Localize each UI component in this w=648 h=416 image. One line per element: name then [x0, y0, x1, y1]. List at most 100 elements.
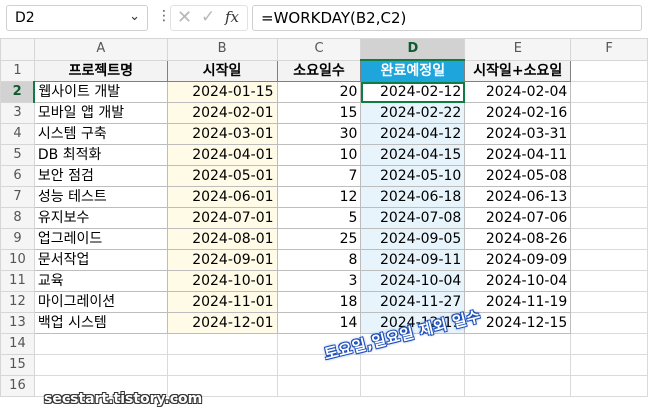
cell[interactable]: 30 — [276, 123, 362, 145]
cell[interactable]: 2024-04-12 — [360, 123, 466, 145]
header-cell[interactable]: 시작일 — [166, 59, 278, 82]
cell[interactable]: 3 — [276, 270, 362, 292]
formula-input[interactable]: =WORKDAY(B2,C2) — [252, 5, 642, 31]
row-header[interactable]: 8 — [0, 207, 35, 229]
row-header[interactable]: 6 — [0, 165, 35, 187]
cell[interactable] — [464, 354, 572, 376]
cell[interactable] — [360, 375, 466, 397]
cell[interactable]: 2024-11-27 — [360, 291, 466, 313]
cell[interactable] — [570, 270, 648, 292]
function-icon[interactable]: fx — [225, 8, 239, 26]
cell[interactable]: 시스템 구축 — [33, 123, 168, 145]
cell[interactable] — [464, 333, 572, 355]
row-header[interactable]: 3 — [0, 102, 35, 124]
cell[interactable]: 2024-08-26 — [464, 228, 572, 250]
cell[interactable]: 백업 시스템 — [33, 312, 168, 334]
cell[interactable]: 2024-09-01 — [166, 249, 278, 271]
cell[interactable]: 교육 — [33, 270, 168, 292]
vertical-ellipsis-icon[interactable]: ⋮ — [157, 8, 171, 24]
cell[interactable] — [570, 249, 648, 271]
cell[interactable]: 2024-06-13 — [464, 186, 572, 208]
row-header[interactable]: 7 — [0, 186, 35, 208]
cell[interactable] — [570, 102, 648, 124]
cell[interactable]: 20 — [276, 81, 362, 103]
select-all-corner[interactable] — [0, 38, 35, 61]
cell[interactable]: 업그레이드 — [33, 228, 168, 250]
row-header[interactable]: 14 — [0, 333, 35, 355]
row-header[interactable]: 4 — [0, 123, 35, 145]
cell[interactable]: 2024-10-04 — [360, 270, 466, 292]
row-header[interactable]: 10 — [0, 249, 35, 271]
cell[interactable] — [570, 375, 648, 397]
column-header-c[interactable]: C — [276, 38, 362, 61]
cell[interactable]: 마이그레이션 — [33, 291, 168, 313]
row-header[interactable]: 2 — [0, 81, 36, 103]
cell[interactable]: 2024-02-16 — [464, 102, 572, 124]
header-cell[interactable]: 완료예정일 — [360, 59, 466, 82]
check-icon[interactable]: ✓ — [201, 7, 215, 27]
cell[interactable]: 2024-10-01 — [166, 270, 278, 292]
cell[interactable]: 2024-02-04 — [464, 81, 572, 103]
cell[interactable]: 2024-02-22 — [360, 102, 466, 124]
header-cell[interactable]: 프로젝트명 — [33, 59, 168, 82]
cell[interactable] — [570, 312, 648, 334]
column-header-f[interactable]: F — [570, 38, 648, 61]
cell[interactable] — [570, 144, 648, 166]
cell[interactable]: 2024-08-01 — [166, 228, 278, 250]
cell[interactable]: 2024-07-06 — [464, 207, 572, 229]
cell[interactable]: 18 — [276, 291, 362, 313]
active-cell[interactable]: 2024-02-12 — [360, 81, 466, 103]
row-header[interactable]: 15 — [0, 354, 35, 376]
cell[interactable] — [570, 291, 648, 313]
row-header[interactable]: 13 — [0, 312, 35, 334]
cell[interactable]: DB 최적화 — [33, 144, 168, 166]
cell[interactable]: 5 — [276, 207, 362, 229]
column-header-a[interactable]: A — [33, 38, 168, 61]
cell[interactable] — [360, 354, 466, 376]
cell[interactable]: 2024-05-08 — [464, 165, 572, 187]
chevron-down-icon[interactable]: ⌄ — [129, 9, 140, 24]
cell[interactable]: 2024-07-08 — [360, 207, 466, 229]
cell[interactable]: 2024-11-01 — [166, 291, 278, 313]
column-header-b[interactable]: B — [166, 38, 278, 61]
column-header-d[interactable]: D — [360, 38, 466, 61]
cell[interactable]: 2024-09-11 — [360, 249, 466, 271]
cell[interactable] — [276, 375, 362, 397]
cell[interactable]: 유지보수 — [33, 207, 168, 229]
cell[interactable] — [570, 81, 648, 103]
cell[interactable]: 2024-01-15 — [166, 81, 278, 103]
cell[interactable]: 2024-03-01 — [166, 123, 278, 145]
cell[interactable]: 성능 테스트 — [33, 186, 168, 208]
cell[interactable]: 2024-04-01 — [166, 144, 278, 166]
cell[interactable]: 2024-12-01 — [166, 312, 278, 334]
cell[interactable] — [570, 333, 648, 355]
cell[interactable] — [570, 123, 648, 145]
cell[interactable]: 2024-06-18 — [360, 186, 466, 208]
row-header[interactable]: 16 — [0, 375, 35, 397]
close-icon[interactable]: ✕ — [177, 7, 192, 28]
cell[interactable]: 2024-05-10 — [360, 165, 466, 187]
cell[interactable]: 8 — [276, 249, 362, 271]
row-header[interactable]: 11 — [0, 270, 35, 292]
cell[interactable]: 12 — [276, 186, 362, 208]
cell[interactable] — [570, 186, 648, 208]
column-header-e[interactable]: E — [464, 38, 572, 61]
row-header[interactable]: 9 — [0, 228, 35, 250]
cell[interactable] — [166, 333, 278, 355]
cell[interactable]: 2024-04-11 — [464, 144, 572, 166]
cell[interactable]: 보안 점검 — [33, 165, 168, 187]
cell[interactable]: 25 — [276, 228, 362, 250]
row-header[interactable]: 1 — [0, 59, 35, 82]
cell[interactable] — [464, 375, 572, 397]
cell[interactable]: 10 — [276, 144, 362, 166]
cell[interactable]: 14 — [276, 312, 362, 334]
cell[interactable]: 7 — [276, 165, 362, 187]
cell[interactable]: 15 — [276, 102, 362, 124]
cell[interactable]: 2024-05-01 — [166, 165, 278, 187]
cell[interactable] — [33, 354, 168, 376]
row-header[interactable]: 12 — [0, 291, 35, 313]
cell[interactable]: 모바일 앱 개발 — [33, 102, 168, 124]
cell[interactable]: 2024-10-04 — [464, 270, 572, 292]
cell[interactable]: 2024-07-01 — [166, 207, 278, 229]
cell[interactable]: 2024-02-01 — [166, 102, 278, 124]
